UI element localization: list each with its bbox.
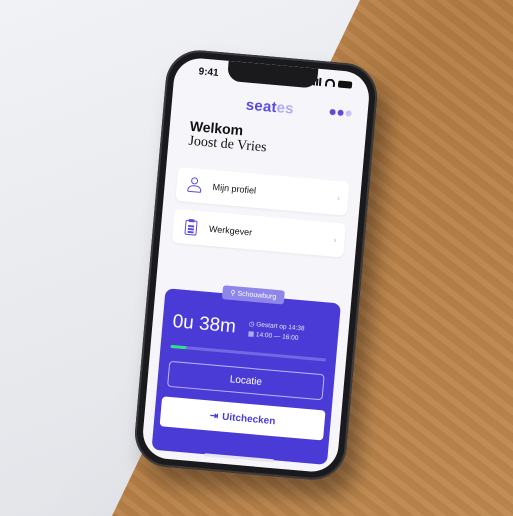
chevron-right-icon: › bbox=[333, 234, 337, 245]
clock-icon: ◷ bbox=[248, 320, 255, 329]
elapsed-timer: 0u 38m bbox=[171, 311, 237, 338]
person-icon bbox=[186, 177, 203, 194]
menu-item-employer[interactable]: Werkgever › bbox=[171, 208, 346, 258]
location-badge: ⚲ Schouwburg bbox=[221, 285, 285, 305]
battery-icon bbox=[337, 80, 353, 89]
calendar-icon: ▦ bbox=[247, 330, 255, 339]
phone-device: 9:41 seates Welkom Joost de Vries Mijn p… bbox=[132, 47, 380, 483]
location-pin-icon: ⚲ bbox=[230, 289, 236, 298]
session-meta: ◷ Gestart op 14:38 ▦ 14:00 — 16:00 bbox=[247, 320, 305, 345]
app-screen: 9:41 seates Welkom Joost de Vries Mijn p… bbox=[140, 56, 372, 474]
checkout-button[interactable]: ⇥ Uitchecken bbox=[159, 396, 326, 441]
wifi-icon bbox=[324, 78, 336, 88]
chevron-right-icon: › bbox=[336, 192, 341, 204]
user-name: Joost de Vries bbox=[187, 133, 268, 156]
menu-item-profile[interactable]: Mijn profiel › bbox=[175, 166, 350, 216]
phone-notch bbox=[226, 60, 319, 89]
menu-item-label: Mijn profiel bbox=[212, 181, 257, 196]
logout-icon: ⇥ bbox=[209, 410, 219, 422]
menu-item-label: Werkgever bbox=[208, 223, 253, 238]
progress-fill bbox=[170, 344, 187, 350]
active-session-card: ⚲ Schouwburg 0u 38m ◷ Gestart op 14:38 ▦… bbox=[151, 285, 341, 465]
clipboard-icon bbox=[182, 218, 199, 236]
status-time: 9:41 bbox=[198, 66, 220, 79]
session-progress-bar bbox=[170, 344, 327, 362]
time-slot: 14:00 — 16:00 bbox=[255, 331, 299, 342]
location-button[interactable]: Locatie bbox=[167, 360, 325, 401]
